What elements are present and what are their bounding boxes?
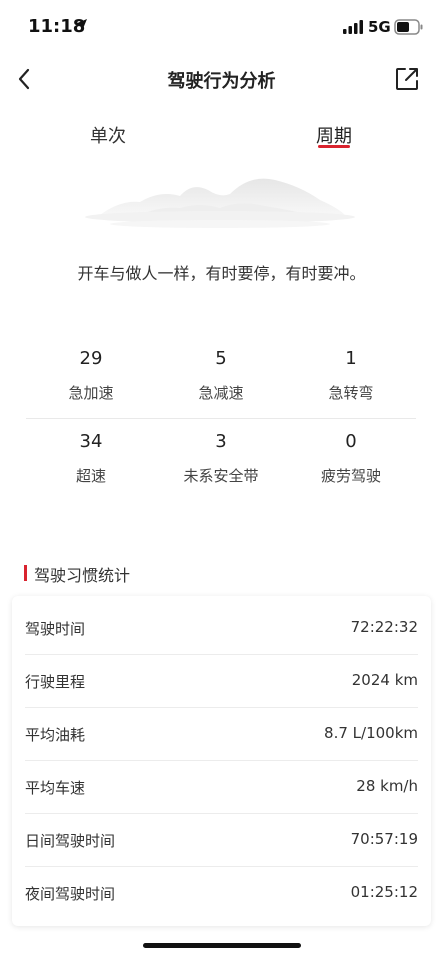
- habit-key: 日间驾驶时间: [25, 832, 116, 850]
- quote-text: 开车与做人一样，有时要停，有时要冲。: [77, 264, 366, 283]
- stat-speeding: 34 超速: [26, 431, 156, 486]
- habit-value: 8.7 L/100km: [324, 724, 418, 742]
- stat-label: 急加速: [68, 384, 114, 402]
- status-bar: 11:18 5G: [0, 0, 443, 56]
- stat-value: 1: [345, 348, 357, 369]
- stat-value: 3: [215, 431, 227, 452]
- habit-row-average-speed: 平均车速 28 km/h: [25, 761, 418, 814]
- location-arrow-icon: [75, 19, 87, 31]
- stat-fatigue-driving: 0 疲劳驾驶: [286, 431, 416, 486]
- signal-icon: [343, 20, 363, 34]
- stat-label: 超速: [75, 467, 106, 485]
- habit-key: 夜间驾驶时间: [25, 885, 116, 903]
- habit-value: 01:25:12: [350, 883, 418, 901]
- habit-row-day-driving: 日间驾驶时间 70:57:19: [25, 814, 418, 867]
- habit-row-night-driving: 夜间驾驶时间 01:25:12: [25, 867, 418, 920]
- habits-card: 驾驶时间 72:22:32 行驶里程 2024 km 平均油耗 8.7 L/10…: [12, 596, 431, 926]
- stat-label: 急转弯: [328, 384, 374, 402]
- habit-key: 行驶里程: [25, 673, 86, 691]
- event-stats: 29 急加速 5 急减速 1 急转弯 34 超速 3 未系安全带 0 疲劳驾驶: [26, 338, 416, 498]
- stats-row-2: 34 超速 3 未系安全带 0 疲劳驾驶: [26, 418, 416, 498]
- network-type: 5G: [368, 18, 391, 36]
- habit-row-driving-time: 驾驶时间 72:22:32: [25, 602, 418, 655]
- page-title: 驾驶行为分析: [167, 71, 276, 92]
- habit-value: 70:57:19: [350, 830, 418, 848]
- stat-label: 急减速: [198, 384, 244, 402]
- stat-label: 疲劳驾驶: [320, 467, 381, 485]
- stat-hard-acceleration: 29 急加速: [26, 348, 156, 403]
- tab-bar: 单次 周期: [0, 120, 443, 160]
- stat-no-seatbelt: 3 未系安全带: [156, 431, 286, 486]
- stat-value: 29: [79, 348, 103, 369]
- battery-icon: [394, 19, 423, 35]
- stat-sharp-turn: 1 急转弯: [286, 348, 416, 403]
- habit-key: 驾驶时间: [25, 620, 86, 638]
- habit-value: 2024 km: [351, 671, 418, 689]
- habit-key: 平均车速: [25, 779, 86, 797]
- stat-hard-braking: 5 急减速: [156, 348, 286, 403]
- habit-key: 平均油耗: [25, 726, 86, 744]
- home-indicator[interactable]: [143, 943, 301, 948]
- stat-value: 34: [79, 431, 103, 452]
- active-tab-indicator: [318, 145, 350, 148]
- tab-single[interactable]: 单次: [90, 122, 126, 148]
- stat-value: 0: [345, 431, 357, 452]
- stat-label: 未系安全带: [183, 467, 259, 485]
- habit-row-mileage: 行驶里程 2024 km: [25, 655, 418, 708]
- section-accent-bar: [24, 565, 27, 581]
- habit-value: 72:22:32: [350, 618, 418, 636]
- section-title: 驾驶习惯统计: [34, 566, 131, 585]
- habit-row-fuel-consumption: 平均油耗 8.7 L/100km: [25, 708, 418, 761]
- nav-bar: 驾驶行为分析: [0, 56, 443, 102]
- stat-value: 5: [215, 348, 227, 369]
- mountain-illustration: [85, 178, 355, 228]
- habit-value: 28 km/h: [356, 777, 418, 795]
- share-icon[interactable]: [393, 65, 421, 93]
- stats-row-1: 29 急加速 5 急减速 1 急转弯: [26, 338, 416, 418]
